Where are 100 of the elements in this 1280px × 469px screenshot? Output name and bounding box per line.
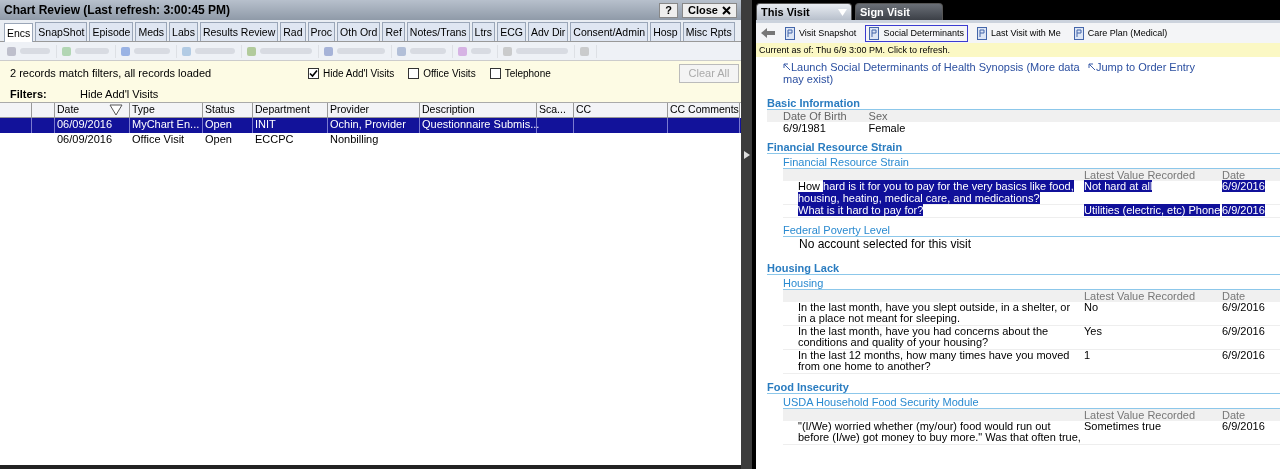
report-icon: [785, 26, 795, 40]
tab[interactable]: Consent/Admin: [570, 22, 649, 41]
toolbar-button[interactable]: [120, 44, 177, 58]
subsection-heading: USDA Household Food Security Module: [783, 395, 1280, 409]
toolbar-button[interactable]: [61, 44, 116, 58]
toolbar-icon: [181, 45, 192, 57]
answer-value: Sometimes true: [1084, 419, 1162, 432]
table-cell: Open: [205, 133, 232, 145]
filter-checkbox[interactable]: Telephone: [489, 67, 551, 79]
tab[interactable]: Misc Rpts: [682, 22, 735, 41]
toolbar-button[interactable]: [502, 44, 575, 58]
tab[interactable]: Notes/Trans: [406, 22, 470, 41]
tab[interactable]: Meds: [135, 22, 168, 41]
tab[interactable]: ECG: [497, 22, 526, 41]
answer-date: 6/9/2016: [1222, 419, 1265, 432]
tab[interactable]: Hosp: [650, 22, 681, 41]
field-value: 6/9/1981: [783, 122, 827, 134]
toolbar-button[interactable]: [396, 44, 453, 58]
filter-checkbox[interactable]: Office Visits: [408, 67, 476, 79]
report-button[interactable]: Social Determinants: [865, 24, 968, 42]
checkbox[interactable]: [308, 67, 319, 79]
table-cell: MyChart En...: [132, 118, 200, 130]
column-header[interactable]: Type: [130, 103, 203, 118]
checkbox[interactable]: [408, 67, 420, 79]
expand-handle-icon[interactable]: [743, 150, 750, 159]
column-header: Date: [1222, 289, 1247, 302]
column-header[interactable]: [32, 103, 55, 118]
toolbar-icon: [120, 45, 131, 57]
table-row[interactable]: 06/09/2016 Office Visit Open ECCPC Nonbilling: [0, 133, 741, 148]
table-cell: INIT: [255, 118, 276, 130]
section-heading: Financial Resource Strain: [767, 140, 1280, 154]
toolbar-icon: [61, 45, 72, 57]
column-header[interactable]: CC Comments: [668, 103, 740, 118]
column-header[interactable]: CC: [574, 103, 668, 118]
tab[interactable]: Oth Ord: [337, 22, 381, 41]
toolbar-button[interactable]: [579, 44, 597, 58]
column-header[interactable]: Department: [253, 103, 328, 118]
table-row[interactable]: 06/09/2016 MyChart En... Open INIT Ochin, Provider Questionnaire Submis...: [0, 118, 741, 133]
report-link[interactable]: Jump to Order Entry: [1088, 61, 1196, 93]
column-header: Latest Value Recorded: [1083, 408, 1197, 421]
refresh-banner[interactable]: Current as of: Thu 6/9 3:00 PM. Click to refresh.: [756, 43, 1280, 57]
question-text: What is it hard to pay for?: [797, 205, 925, 217]
question-text: In the last 12 months, how many times have you moved from one home to another?: [797, 349, 1071, 373]
subsection-heading: Federal Poverty Level: [783, 223, 1280, 237]
answer-value: 1: [1084, 348, 1091, 361]
close-button[interactable]: Close: [682, 2, 737, 18]
section-heading: Food Insecurity: [767, 379, 1280, 394]
answer-date: 6/9/2016: [1222, 324, 1265, 337]
table-cell: Ochin, Provider: [330, 118, 406, 130]
help-button[interactable]: ?: [659, 2, 679, 18]
question-text: "(I/We) worried whether (my/our) food would run out before (I/we) got money to buy more." Was that often true,: [797, 420, 1081, 444]
column-header: Date: [1222, 408, 1247, 421]
answer-date: 6/9/2016: [1222, 348, 1265, 361]
table-cell: Open: [205, 118, 232, 130]
section-heading: Housing Lack: [767, 260, 1280, 275]
column-header[interactable]: Date: [55, 103, 130, 118]
toolbar-button[interactable]: [323, 44, 392, 58]
answer-value: Not hard at all: [1084, 180, 1153, 192]
answer-value: Yes: [1084, 324, 1102, 337]
answer-date: 6/9/2016: [1222, 300, 1265, 313]
toolbar-button[interactable]: [457, 44, 498, 58]
checkbox[interactable]: [489, 67, 501, 79]
report-button[interactable]: Care Plan (Medical): [1069, 24, 1172, 42]
back-arrow-icon[interactable]: [760, 27, 776, 39]
tab[interactable]: Episode: [89, 22, 134, 41]
toolbar-icon: [502, 45, 513, 57]
tab[interactable]: Results Review: [199, 22, 279, 41]
tab[interactable]: SnapShot: [35, 22, 88, 41]
tab[interactable]: Labs: [169, 22, 198, 41]
report-link[interactable]: Launch Social Determinants of Health Synopsis (More data may exist): [783, 61, 1088, 93]
column-header[interactable]: Sca...: [537, 103, 574, 118]
link-arrow-icon: [783, 63, 791, 71]
tab[interactable]: Proc: [307, 22, 336, 41]
question-text: In the last month, have you slept outside, in a shelter, or in a place not meant for sleeping.: [797, 301, 1072, 325]
toolbar-button[interactable]: [181, 44, 242, 58]
tab[interactable]: Ltrs: [471, 22, 496, 41]
column-header[interactable]: Status: [203, 103, 253, 118]
tab[interactable]: Ref: [382, 22, 405, 41]
toolbar-button[interactable]: [6, 44, 57, 58]
tab[interactable]: This Visit: [756, 3, 852, 20]
table-cell: Office Visit: [132, 133, 185, 145]
column-header[interactable]: [0, 103, 32, 118]
table-cell: ECCPC: [255, 133, 294, 145]
note-text: No account selected for this visit: [799, 236, 973, 251]
column-header[interactable]: Description: [420, 103, 537, 118]
column-header: Date: [1222, 169, 1247, 181]
tab[interactable]: Sign Visit: [855, 3, 943, 20]
report-button[interactable]: Visit Snapshot: [781, 24, 861, 42]
table-cell: 06/09/2016: [57, 133, 113, 145]
filter-checkbox[interactable]: Hide Add'l Visits: [308, 67, 395, 79]
tab[interactable]: Encs: [4, 23, 34, 42]
report-button[interactable]: Last Visit with Me: [972, 24, 1065, 42]
toolbar-button[interactable]: [246, 44, 319, 58]
toolbar-icon: [323, 45, 334, 57]
tab[interactable]: Adv Dir: [527, 22, 569, 41]
field-value: Female: [868, 122, 906, 134]
dropdown-icon: [838, 8, 847, 16]
column-header[interactable]: Provider: [328, 103, 420, 118]
tab[interactable]: Rad: [280, 22, 306, 41]
toolbar-icon: [6, 45, 17, 57]
